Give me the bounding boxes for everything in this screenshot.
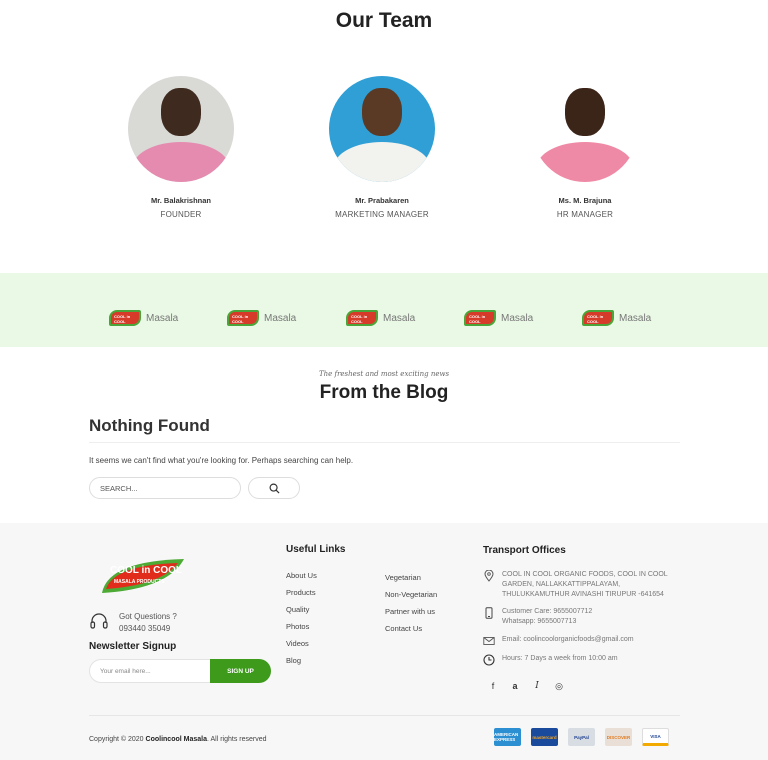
logo-subtext: MASALA PRODUCTS [114,579,165,585]
team-member: Mr. Balakrishnan FOUNDER [106,76,256,219]
member-photo [532,76,638,182]
brand-label: Masala [146,312,179,324]
newsletter-email-input[interactable] [89,659,211,683]
team-member: Ms. M. Brajuna HR MANAGER [510,76,660,219]
brand-logo: COOL in COOL [582,310,614,326]
customer-care[interactable]: Customer Care: 9655007712 [502,607,677,617]
footer: COOL in COOL MASALA PRODUCTS Got Questio… [0,523,768,760]
social-links: f a I ◎ [488,681,564,692]
facebook-icon[interactable]: f [488,681,498,692]
brand-logo: COOL in COOL [464,310,496,326]
team-section: Our Team Mr. Balakrishnan FOUNDER Mr. Pr… [0,0,768,273]
hours-text: Hours: 7 Days a week from 10:00 am [502,655,618,662]
footer-link[interactable]: Photos [286,622,317,639]
envelope-icon [483,637,495,645]
blog-tagline: The freshest and most exciting news [318,370,450,378]
blog-section: The freshest and most exciting news From… [0,347,768,523]
discover-icon: DISCOVER [605,728,632,746]
member-role: HR MANAGER [556,210,614,219]
search-input[interactable] [89,477,241,499]
payment-methods: AMERICAN EXPRESS mastercard PayPal DISCO… [494,728,669,746]
brand-item[interactable]: COOL in COOL Masala [582,308,651,328]
brand-item[interactable]: COOL in COOL Masala [227,308,296,328]
footer-link[interactable]: Vegetarian [385,573,437,590]
divider [89,442,680,443]
team-member: Mr. Prabakaren MARKETING MANAGER [307,76,457,219]
instagram-icon[interactable]: ◎ [554,681,564,692]
paypal-icon: PayPal [568,728,595,746]
brand-logo: COOL in COOL [109,310,141,326]
questions-label: Got Questions ? [119,612,177,621]
clock-icon [483,654,495,666]
brand-carousel: COOL in COOL Masala COOL in COOL Masala … [0,273,768,347]
mastercard-icon: mastercard [531,728,558,746]
copyright-brand[interactable]: Coolincool Masala [146,736,207,743]
brand-label: Masala [501,312,534,324]
member-name: Mr. Balakrishnan [150,196,212,205]
footer-divider [89,715,680,716]
logo-text: COOL in COOL [110,565,183,576]
mobile-phone-icon [485,607,493,619]
location-pin-icon [484,570,494,582]
amazon-icon[interactable]: a [510,681,520,692]
brand-item[interactable]: COOL in COOL Masala [109,308,178,328]
useful-links-list-2: Vegetarian Non-Vegetarian Partner with u… [385,573,437,641]
logo-leaf-icon [102,559,184,593]
nothing-found-heading: Nothing Found [89,416,210,435]
footer-link[interactable]: Videos [286,639,317,656]
member-role: FOUNDER [160,210,202,219]
footer-link[interactable]: Partner with us [385,607,437,624]
italic-social-icon[interactable]: I [532,681,542,692]
address-text: COOL IN COOL ORGANIC FOODS, COOL IN COOL… [502,571,668,598]
member-photo [329,76,435,182]
member-photo [128,76,234,182]
brand-label: Masala [383,312,416,324]
footer-link[interactable]: Products [286,588,317,605]
email-text[interactable]: Email: coolincoolorganicfoods@gmail.com [502,635,677,645]
headset-icon [90,613,108,629]
transport-title: Transport Offices [483,545,566,556]
footer-link[interactable]: Quality [286,605,317,622]
search-icon [269,483,280,494]
useful-links-list: About Us Products Quality Photos Videos … [286,571,317,673]
footer-link[interactable]: Contact Us [385,624,437,641]
brand-item[interactable]: COOL in COOL Masala [464,308,533,328]
nothing-found-message: It seems we can't find what you're looki… [89,456,354,465]
footer-link[interactable]: Blog [286,656,317,673]
brand-label: Masala [264,312,297,324]
whatsapp[interactable]: Whatsapp: 9655007713 [502,617,677,627]
brand-logo: COOL in COOL [227,310,259,326]
questions-block: Got Questions ? 093440 35049 [89,611,177,635]
blog-title: From the Blog [319,382,449,403]
member-role: MARKETING MANAGER [335,210,429,219]
phone-block: Customer Care: 9655007712 Whatsapp: 9655… [483,607,677,627]
phone-number[interactable]: 093440 35049 [119,623,177,635]
hours-block: Hours: 7 Days a week from 10:00 am [483,654,677,666]
footer-link[interactable]: About Us [286,571,317,588]
signup-button[interactable]: SIGN UP [210,659,271,683]
visa-icon: VISA [642,728,669,746]
footer-logo[interactable]: COOL in COOL MASALA PRODUCTS [98,553,186,601]
copyright: Copyright © 2020 Coolincool Masala. All … [89,736,267,743]
brand-logo: COOL in COOL [346,310,378,326]
brand-item[interactable]: COOL in COOL Masala [346,308,415,328]
team-title: Our Team [335,9,433,32]
member-name: Mr. Prabakaren [355,196,409,205]
member-name: Ms. M. Brajuna [558,196,612,205]
address-block: COOL IN COOL ORGANIC FOODS, COOL IN COOL… [483,570,677,600]
search-button[interactable] [248,477,300,499]
footer-link[interactable]: Non-Vegetarian [385,590,437,607]
brand-label: Masala [619,312,652,324]
newsletter-title: Newsletter Signup [89,641,177,652]
amex-icon: AMERICAN EXPRESS [494,728,521,746]
useful-links-title: Useful Links [286,544,346,555]
email-block: Email: coolincoolorganicfoods@gmail.com [483,635,677,647]
